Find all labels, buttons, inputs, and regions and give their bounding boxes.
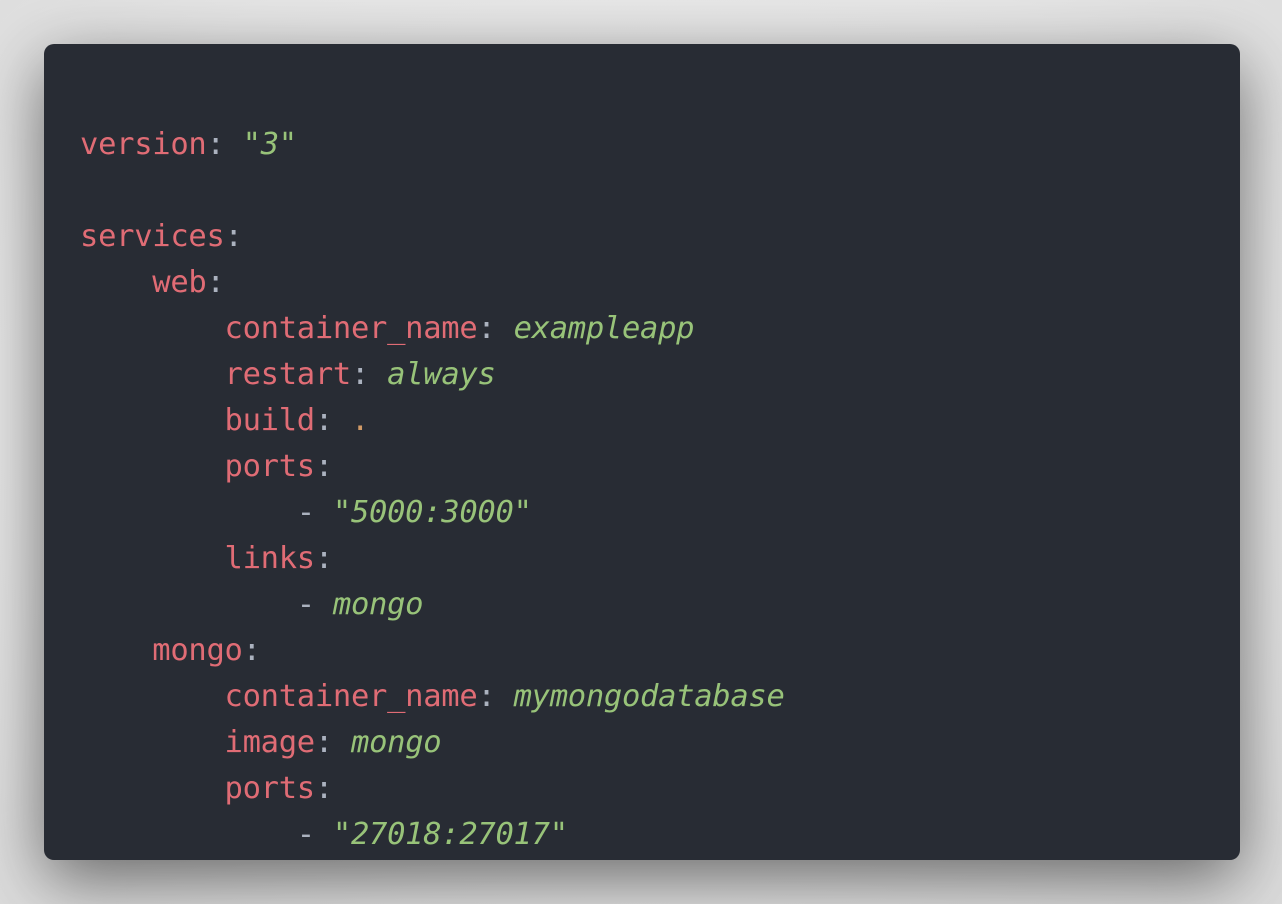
- code-line: restart: always: [80, 352, 1240, 398]
- code-line: build: .: [80, 398, 1240, 444]
- code-line: container_name: exampleapp: [80, 306, 1240, 352]
- string-value: mongo: [351, 725, 442, 760]
- code-line: links:: [80, 536, 1240, 582]
- string-value: 3: [260, 127, 279, 162]
- quote-mark: ": [332, 495, 351, 530]
- code-line: mongo:: [80, 628, 1240, 674]
- quote-mark: ": [332, 817, 351, 852]
- colon: :: [314, 541, 333, 576]
- code-line: image: mongo: [80, 720, 1240, 766]
- colon: :: [242, 633, 261, 668]
- list-dash: -: [296, 587, 333, 622]
- code-window: version: "3" services: web: container_na…: [44, 44, 1240, 860]
- dot-value: .: [351, 403, 370, 438]
- quote-mark: ": [242, 127, 261, 162]
- code-line: version: "3": [80, 122, 1240, 168]
- yaml-key: build: [224, 403, 316, 438]
- code-line: services:: [80, 214, 1240, 260]
- yaml-key: ports: [224, 449, 316, 484]
- code-line: ports:: [80, 444, 1240, 490]
- colon: :: [350, 357, 370, 392]
- yaml-key: ports: [224, 771, 316, 806]
- colon: :: [314, 725, 333, 760]
- quote-mark: ": [278, 127, 297, 162]
- yaml-key: container_name: [224, 311, 478, 346]
- yaml-key: restart: [224, 357, 352, 392]
- colon: :: [314, 771, 333, 806]
- yaml-key: services: [80, 219, 225, 254]
- quote-mark: ": [513, 495, 532, 530]
- string-value: mongo: [332, 587, 424, 622]
- colon: :: [224, 219, 243, 254]
- yaml-key: web: [152, 265, 207, 300]
- code-line: - "5000:3000": [80, 490, 1240, 536]
- colon: :: [477, 311, 496, 346]
- yaml-key: container_name: [224, 679, 478, 714]
- string-value: 5000:3000: [350, 495, 514, 530]
- code-line: - "27018:27017": [80, 812, 1240, 858]
- quote-mark: ": [549, 817, 568, 852]
- yaml-key: mongo: [152, 633, 243, 668]
- string-value: exampleapp: [513, 311, 695, 346]
- string-value: always: [387, 357, 496, 392]
- colon: :: [314, 449, 333, 484]
- yaml-key: version: [80, 127, 207, 162]
- code-line: - mongo: [80, 582, 1240, 628]
- colon: :: [206, 265, 225, 300]
- code-line: ports:: [80, 766, 1240, 812]
- yaml-key: links: [224, 541, 316, 576]
- colon: :: [206, 127, 225, 162]
- string-value: 27018:27017: [350, 817, 550, 852]
- yaml-code-block: version: "3" services: web: container_na…: [80, 122, 1240, 858]
- list-dash: -: [296, 817, 333, 852]
- code-line: container_name: mymongodatabase: [80, 674, 1240, 720]
- yaml-key: image: [224, 725, 316, 760]
- list-dash: -: [296, 495, 333, 530]
- code-line: web:: [80, 260, 1240, 306]
- colon: :: [314, 403, 333, 438]
- string-value: mymongodatabase: [513, 679, 785, 714]
- colon: :: [477, 679, 496, 714]
